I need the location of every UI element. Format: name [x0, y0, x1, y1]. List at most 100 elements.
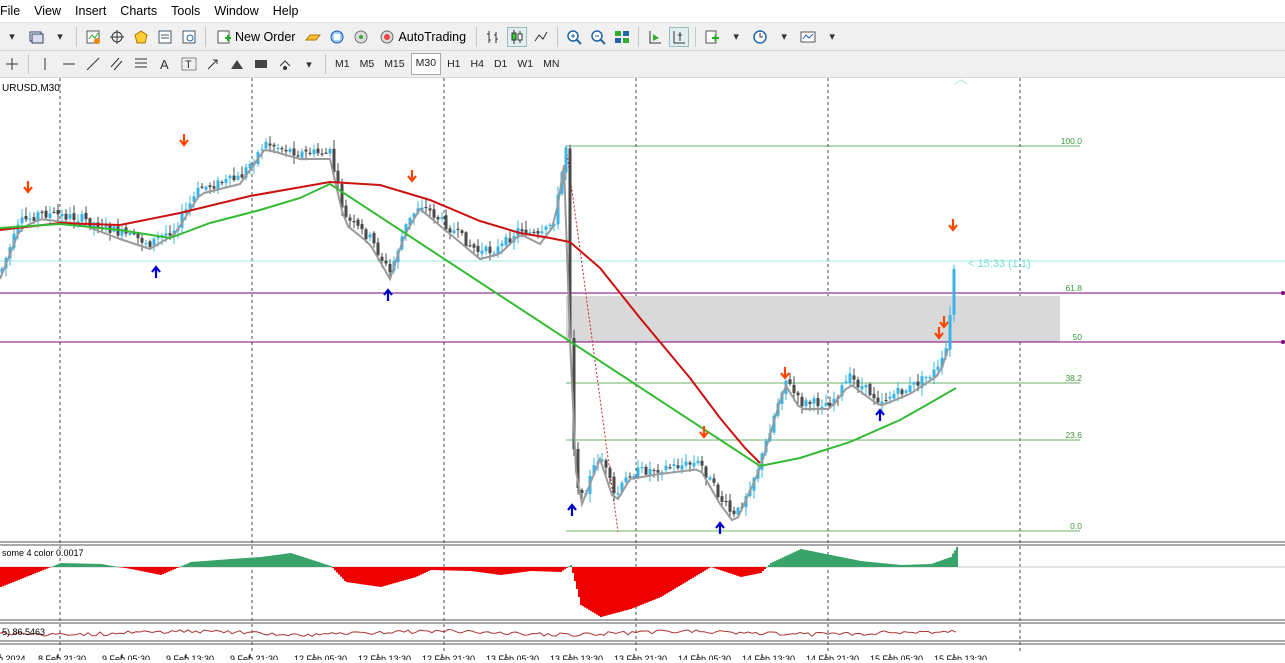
ao-bar: [442, 567, 444, 571]
menu-insert[interactable]: Insert: [75, 0, 114, 22]
ao-bar: [380, 567, 382, 587]
timeframe-mn[interactable]: MN: [539, 54, 563, 74]
chevron-down-icon[interactable]: ▾: [726, 27, 746, 47]
menu-view[interactable]: View: [34, 0, 69, 22]
timeframe-m1[interactable]: M1: [331, 54, 354, 74]
timer-label: < 15:33 (1.1): [968, 258, 1031, 270]
navigator-icon[interactable]: [179, 27, 199, 47]
bar-chart-icon[interactable]: [483, 27, 503, 47]
candle-body: [608, 468, 612, 479]
ao-bar: [166, 567, 168, 573]
arrow-down-icon: [948, 219, 958, 232]
data-window-icon[interactable]: [155, 27, 175, 47]
timeframe-m15[interactable]: M15: [380, 54, 408, 74]
level-anchor[interactable]: [1281, 340, 1285, 344]
ao-bar: [216, 560, 218, 567]
chart-shift-marker[interactable]: [954, 79, 968, 85]
rectangle-icon[interactable]: [251, 54, 271, 74]
ao-bar: [404, 567, 406, 581]
ao-bar: [576, 567, 578, 589]
ao-bar: [598, 567, 600, 616]
zoom-in-icon[interactable]: [564, 27, 584, 47]
candlestick-chart-icon[interactable]: [507, 26, 528, 47]
trendline-icon[interactable]: [83, 54, 103, 74]
profiles-icon[interactable]: [26, 27, 46, 47]
ao-bar: [876, 562, 878, 567]
chevron-down-icon[interactable]: ▾: [822, 27, 842, 47]
line-chart-icon[interactable]: [531, 27, 551, 47]
ao-bar: [288, 553, 290, 567]
new-order-button[interactable]: New Order: [212, 27, 299, 47]
ao-bar: [896, 564, 898, 567]
horizontal-line-icon[interactable]: [59, 54, 79, 74]
market-watch-icon[interactable]: [131, 27, 151, 47]
timeframe-d1[interactable]: D1: [490, 54, 511, 74]
ao-bar: [272, 555, 274, 567]
text-icon[interactable]: A: [155, 54, 175, 74]
arrows-icon[interactable]: [203, 54, 223, 74]
indicators-icon[interactable]: [702, 27, 722, 47]
time-label: 12 Feb 13:30: [358, 654, 411, 660]
fibonacci-icon[interactable]: [131, 54, 151, 74]
ao-bar: [72, 563, 74, 567]
timeframe-m5[interactable]: M5: [356, 54, 379, 74]
ao-bar: [464, 567, 466, 571]
text-label-icon[interactable]: T: [179, 54, 199, 74]
candle-body: [28, 218, 32, 220]
radio-icon[interactable]: [351, 27, 371, 47]
ao-bar: [926, 564, 928, 567]
shapes-icon[interactable]: [275, 54, 295, 74]
ao-bar: [16, 567, 18, 581]
candle-body: [812, 398, 816, 404]
timeframe-m30[interactable]: M30: [410, 53, 442, 75]
ao-bar: [4, 567, 6, 586]
gold-bar-icon[interactable]: [303, 27, 323, 47]
timeframe-h4[interactable]: H4: [467, 54, 488, 74]
chart-window[interactable]: 100.0 61.8 50 38.2 23.6 0.0 URUSD,M30 < 15:33…: [0, 78, 1285, 663]
equidistant-channel-icon[interactable]: [107, 54, 127, 74]
level-anchor[interactable]: [1281, 291, 1285, 295]
triangle-icon[interactable]: [227, 54, 247, 74]
candle-body: [888, 396, 892, 399]
ao-bar: [494, 567, 496, 575]
autotrading-button[interactable]: AutoTrading: [375, 27, 470, 47]
periods-icon[interactable]: [750, 27, 770, 47]
candle-body: [32, 217, 36, 221]
menu-tools[interactable]: Tools: [171, 0, 208, 22]
ao-bar: [566, 567, 568, 568]
autotrading-icon: [380, 30, 394, 43]
new-chart-icon[interactable]: [83, 27, 103, 47]
timeframe-w1[interactable]: W1: [513, 54, 537, 74]
signals-icon[interactable]: [327, 27, 347, 47]
zoom-out-icon[interactable]: [588, 27, 608, 47]
chevron-down-icon[interactable]: ▾: [50, 27, 70, 47]
time-label: 14 Feb 21:30: [806, 654, 859, 660]
menu-charts[interactable]: Charts: [120, 0, 165, 22]
chart-shift-icon[interactable]: [669, 26, 690, 47]
price-chart[interactable]: 100.0 61.8 50 38.2 23.6 0.0 URUSD,M30 < 15:33…: [0, 78, 1285, 663]
candle-body: [800, 396, 804, 407]
tile-windows-icon[interactable]: [612, 27, 632, 47]
time-label: 12 Feb 05:30: [294, 654, 347, 660]
chevron-down-icon[interactable]: ▾: [299, 54, 319, 74]
autoscroll-icon[interactable]: [645, 27, 665, 47]
menu-window[interactable]: Window: [214, 0, 266, 22]
templates-icon[interactable]: [798, 27, 818, 47]
candle-body: [684, 461, 688, 466]
ao-bar: [108, 565, 110, 567]
vertical-line-icon[interactable]: [35, 54, 55, 74]
crosshair-cursor-icon[interactable]: [2, 54, 22, 74]
menu-file[interactable]: File: [0, 0, 28, 22]
ao-bar: [80, 563, 82, 567]
ao-bar: [738, 567, 740, 577]
ao-bar: [372, 567, 374, 586]
crosshair-icon[interactable]: [107, 27, 127, 47]
dropdown-arrow-icon[interactable]: ▾: [2, 27, 22, 47]
chevron-down-icon[interactable]: ▾: [774, 27, 794, 47]
ao-bar: [730, 567, 732, 574]
candle-body: [708, 477, 712, 480]
ao-bar: [396, 567, 398, 583]
oscillator-line: [0, 629, 957, 638]
timeframe-h1[interactable]: H1: [443, 54, 464, 74]
menu-help[interactable]: Help: [273, 0, 307, 22]
